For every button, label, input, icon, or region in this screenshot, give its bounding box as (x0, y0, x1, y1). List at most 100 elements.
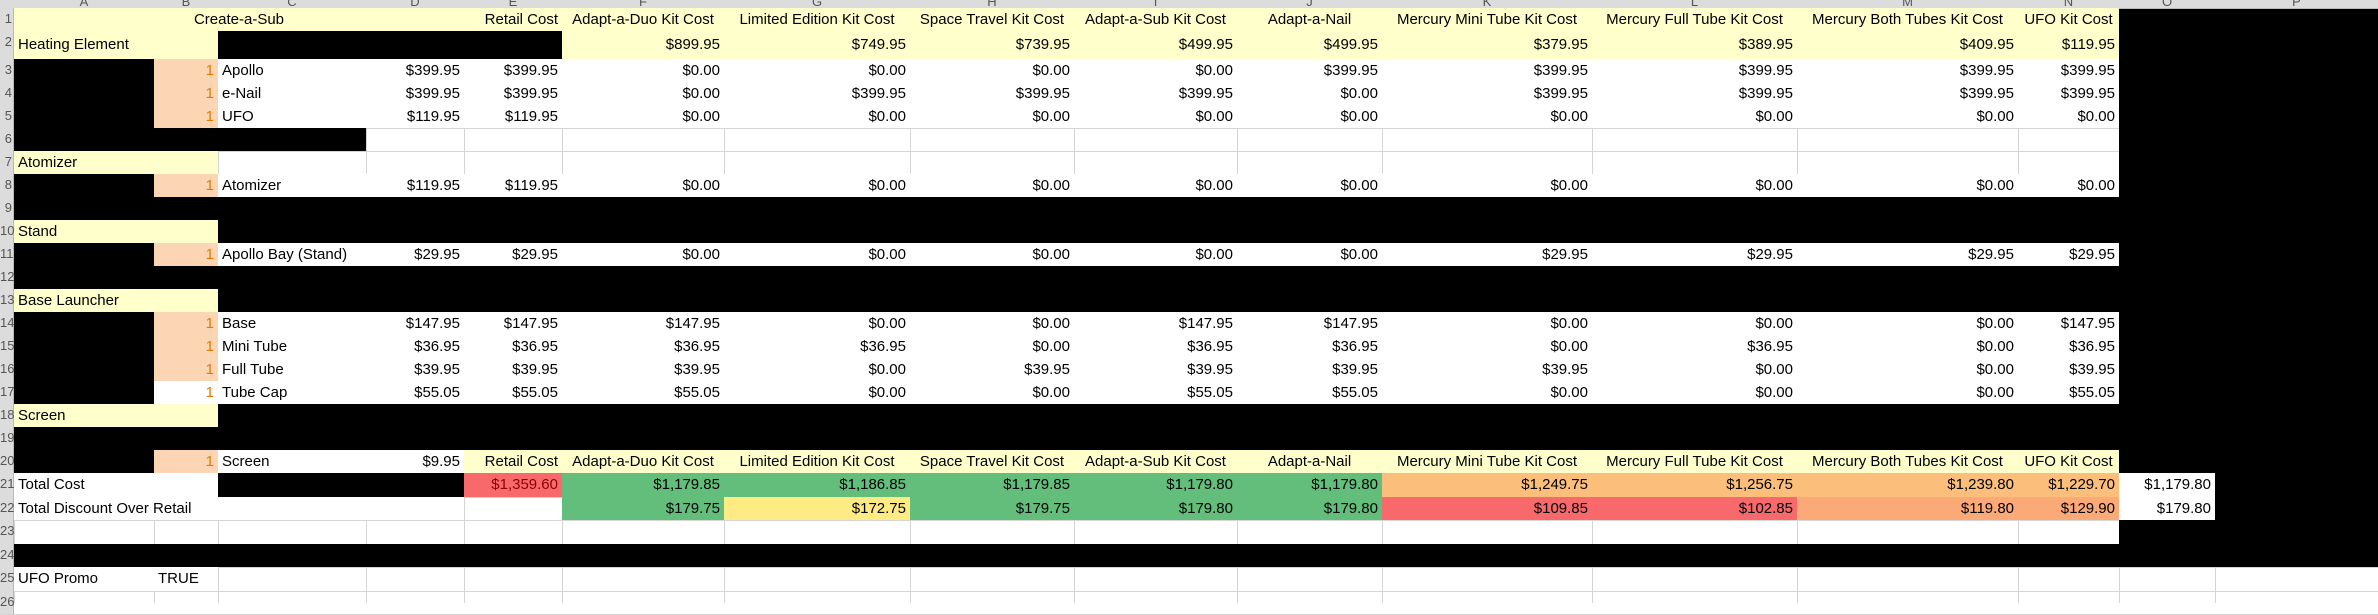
column-header-e[interactable]: E (464, 0, 562, 9)
item-kit-value[interactable]: $399.95 (910, 82, 1074, 105)
item-retail[interactable]: $55.05 (464, 381, 562, 404)
item-kit-value[interactable]: $399.95 (1797, 82, 2018, 105)
item-kit-value[interactable]: $0.00 (910, 335, 1074, 358)
item-kit-value[interactable]: $0.00 (1797, 105, 2018, 128)
section-atomizer[interactable]: Atomizer (14, 151, 218, 174)
item-name[interactable]: Base (218, 312, 366, 335)
row-header-3[interactable]: 3 (0, 59, 14, 82)
item-price[interactable]: $399.95 (366, 82, 464, 105)
kit-total-discount[interactable]: $172.75 (724, 497, 910, 520)
column-header-k[interactable]: K (1382, 0, 1592, 9)
item-kit-value[interactable]: $0.00 (910, 381, 1074, 404)
item-price[interactable]: $147.95 (366, 312, 464, 335)
item-qty[interactable]: 1 (154, 358, 218, 381)
row-header-25[interactable]: 25 (0, 567, 14, 591)
row-header-5[interactable]: 5 (0, 105, 14, 128)
item-kit-value[interactable]: $399.95 (1382, 59, 1592, 82)
kit-total-cost[interactable]: $1,239.80 (1797, 473, 2018, 497)
column-header-i[interactable]: I (1074, 0, 1237, 9)
item-retail[interactable]: $147.95 (464, 312, 562, 335)
item-kit-value[interactable]: $399.95 (724, 82, 910, 105)
max-discount[interactable]: $179.80 (2119, 497, 2215, 520)
row-header-21[interactable]: 21 (0, 473, 14, 497)
item-kit-value[interactable]: $39.95 (1074, 358, 1237, 381)
column-header-b[interactable]: B (154, 0, 218, 9)
item-kit-value[interactable]: $0.00 (1592, 174, 1797, 197)
row-header-20[interactable]: 20 (0, 450, 14, 473)
kit-price-5[interactable]: $379.95 (1382, 31, 1592, 59)
item-kit-value[interactable]: $0.00 (910, 174, 1074, 197)
kit-price-4[interactable]: $499.95 (1237, 31, 1382, 59)
item-kit-value[interactable]: $29.95 (2018, 243, 2119, 266)
column-header-m[interactable]: M (1797, 0, 2018, 9)
column-header-o[interactable]: O (2119, 0, 2215, 9)
column-header-c[interactable]: C (218, 0, 366, 9)
item-kit-value[interactable]: $399.95 (1382, 82, 1592, 105)
column-header-j[interactable]: J (1237, 0, 1382, 9)
item-qty[interactable]: 1 (154, 243, 218, 266)
item-kit-value[interactable]: $55.05 (2018, 381, 2119, 404)
item-kit-value[interactable]: $55.05 (562, 381, 724, 404)
item-kit-value[interactable]: $0.00 (1074, 243, 1237, 266)
item-kit-value[interactable]: $0.00 (1797, 174, 2018, 197)
item-retail[interactable]: $119.95 (464, 174, 562, 197)
item-kit-value[interactable]: $36.95 (562, 335, 724, 358)
kit-total-cost[interactable]: $1,229.70 (2018, 473, 2119, 497)
section-screen[interactable]: Screen (14, 404, 218, 427)
header-kit-repeat-7[interactable]: Mercury Full Tube Kit Cost (1592, 450, 1797, 473)
title-cell[interactable]: Create-a-Sub (14, 8, 464, 31)
kit-price-7[interactable]: $409.95 (1797, 31, 2018, 59)
row-header-6[interactable]: 6 (0, 128, 14, 151)
item-kit-value[interactable]: $0.00 (1382, 174, 1592, 197)
header-kit-7[interactable]: Mercury Full Tube Kit Cost (1592, 8, 1797, 31)
row-header-19[interactable]: 19 (0, 427, 14, 450)
kit-price-8[interactable]: $119.95 (2018, 31, 2119, 59)
header-kit-repeat-9[interactable]: UFO Kit Cost (2018, 450, 2119, 473)
item-price[interactable]: $55.05 (366, 381, 464, 404)
item-kit-value[interactable]: $0.00 (1382, 105, 1592, 128)
item-kit-value[interactable]: $0.00 (1237, 243, 1382, 266)
header-kit-repeat-8[interactable]: Mercury Both Tubes Kit Cost (1797, 450, 2018, 473)
kit-total-cost[interactable]: $1,179.80 (1237, 473, 1382, 497)
item-price[interactable]: $36.95 (366, 335, 464, 358)
column-header-a[interactable]: A (14, 0, 154, 9)
item-name[interactable]: Tube Cap (218, 381, 366, 404)
row-header-10[interactable]: 10 (0, 220, 14, 243)
row-header-2[interactable]: 2 (0, 31, 14, 59)
row-header-15[interactable]: 15 (0, 335, 14, 358)
item-name[interactable]: Apollo Bay (Stand) (218, 243, 366, 266)
column-header-f[interactable]: F (562, 0, 724, 9)
item-kit-value[interactable]: $399.95 (1074, 82, 1237, 105)
item-kit-value[interactable]: $0.00 (724, 105, 910, 128)
kit-price-2[interactable]: $739.95 (910, 31, 1074, 59)
item-retail[interactable]: $119.95 (464, 105, 562, 128)
header-kit-5[interactable]: Adapt-a-Nail (1237, 8, 1382, 31)
item-kit-value[interactable]: $0.00 (562, 174, 724, 197)
item-qty[interactable]: 1 (154, 450, 218, 473)
retail-total-cell[interactable]: $1,359.60 (464, 473, 562, 497)
column-header-n[interactable]: N (2018, 0, 2119, 9)
header-kit-repeat-2[interactable]: Limited Edition Kit Cost (724, 450, 910, 473)
item-qty[interactable]: 1 (154, 59, 218, 82)
kit-total-cost[interactable]: $1,179.85 (910, 473, 1074, 497)
kit-total-cost[interactable]: $1,179.85 (562, 473, 724, 497)
item-price[interactable]: $39.95 (366, 358, 464, 381)
promo-value[interactable]: TRUE (154, 567, 218, 591)
column-header-d[interactable]: D (366, 0, 464, 9)
promo-label[interactable]: UFO Promo (14, 567, 154, 591)
item-retail[interactable]: $399.95 (464, 82, 562, 105)
item-name[interactable]: Atomizer (218, 174, 366, 197)
header-kit-6[interactable]: Mercury Mini Tube Kit Cost (1382, 8, 1592, 31)
header-retail-cost-2[interactable]: Retail Cost (464, 450, 562, 473)
item-kit-value[interactable]: $0.00 (1797, 335, 2018, 358)
section-stand[interactable]: Stand (14, 220, 218, 243)
item-kit-value[interactable]: $36.95 (724, 335, 910, 358)
item-kit-value[interactable]: $0.00 (1592, 312, 1797, 335)
item-kit-value[interactable]: $0.00 (1592, 105, 1797, 128)
item-kit-value[interactable]: $399.95 (1592, 59, 1797, 82)
item-qty[interactable]: 1 (154, 381, 218, 404)
row-header-7[interactable]: 7 (0, 151, 14, 174)
row-header-22[interactable]: 22 (0, 497, 14, 520)
item-name[interactable]: Full Tube (218, 358, 366, 381)
item-qty[interactable]: 1 (154, 335, 218, 358)
